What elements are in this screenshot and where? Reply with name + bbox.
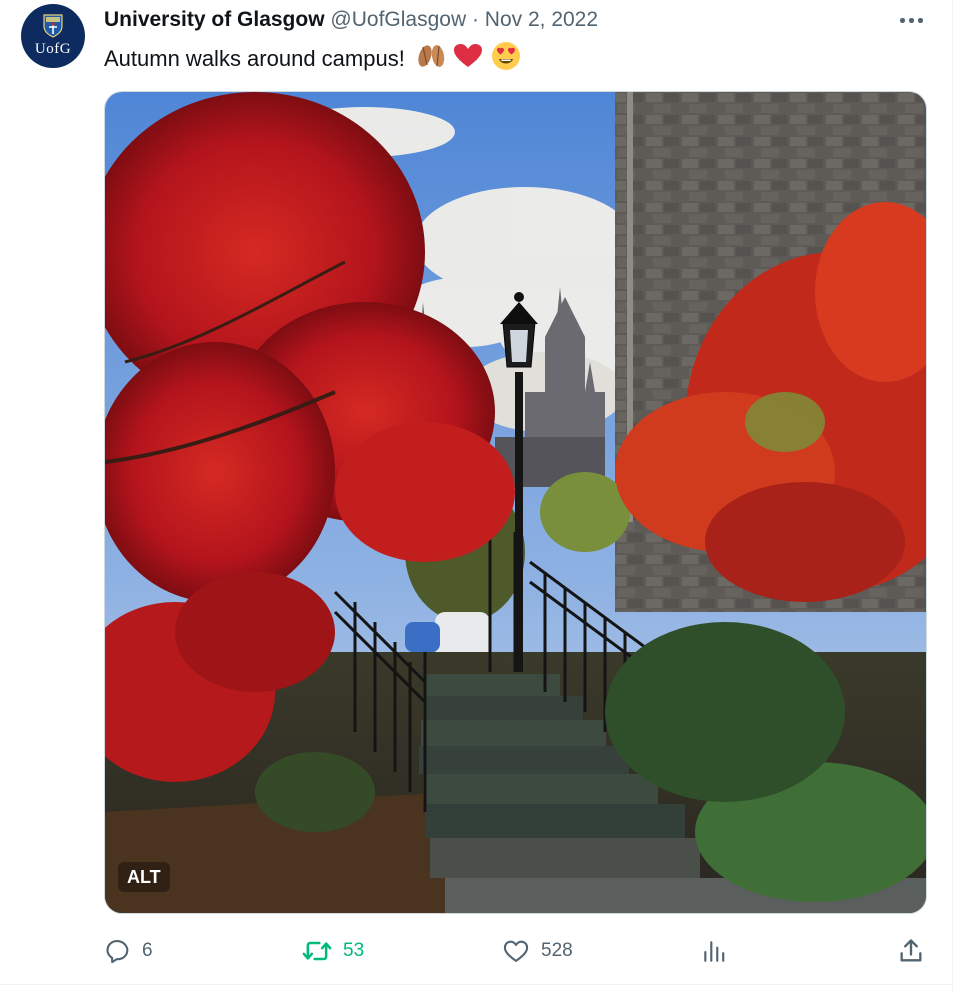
fallen-leaf-emoji-icon: [415, 43, 449, 77]
author-handle[interactable]: @UofGlasgow: [330, 8, 466, 31]
parked-car: [435, 612, 490, 657]
reply-icon: [106, 940, 129, 964]
more-dot: [918, 18, 923, 23]
avatar-monogram: UofG: [34, 41, 72, 57]
tweet-text: Autumn walks around campus!: [104, 41, 521, 71]
tweet-date[interactable]: Nov 2, 2022: [485, 8, 598, 31]
analytics-icon: [704, 941, 725, 962]
tweet-body: Autumn walks around campus!: [104, 45, 405, 71]
parked-car: [405, 622, 440, 652]
red-heart-emoji-icon: [453, 43, 483, 77]
column-divider: [952, 0, 953, 992]
reply-count: 6: [142, 940, 153, 961]
alt-text-badge[interactable]: ALT: [118, 862, 170, 892]
views-button[interactable]: [701, 934, 727, 968]
share-icon: [900, 939, 922, 962]
retweet-icon: [302, 941, 332, 961]
separator-dot: ·: [471, 8, 479, 31]
more-dots-icon: [900, 18, 905, 23]
crest-icon: [43, 14, 63, 38]
tweet-photo[interactable]: [104, 91, 927, 914]
shrub: [255, 752, 375, 832]
tweet-header: University of Glasgow @UofGlasgow · Nov …: [104, 6, 598, 34]
heart-icon: [503, 940, 529, 962]
like-button[interactable]: 528: [501, 934, 573, 968]
more-options-button[interactable]: [896, 8, 928, 32]
share-button[interactable]: [897, 934, 925, 968]
author-name[interactable]: University of Glasgow: [104, 8, 325, 31]
retweet-button[interactable]: 53: [301, 934, 364, 968]
avatar[interactable]: UofG: [21, 4, 85, 68]
retweet-count: 53: [343, 940, 365, 961]
like-count: 528: [541, 940, 573, 961]
heart-eyes-emoji-icon: [491, 41, 521, 79]
more-dot: [909, 18, 914, 23]
tweet-divider: [0, 984, 953, 985]
shrub: [605, 622, 845, 802]
reply-button[interactable]: 6: [104, 934, 153, 968]
